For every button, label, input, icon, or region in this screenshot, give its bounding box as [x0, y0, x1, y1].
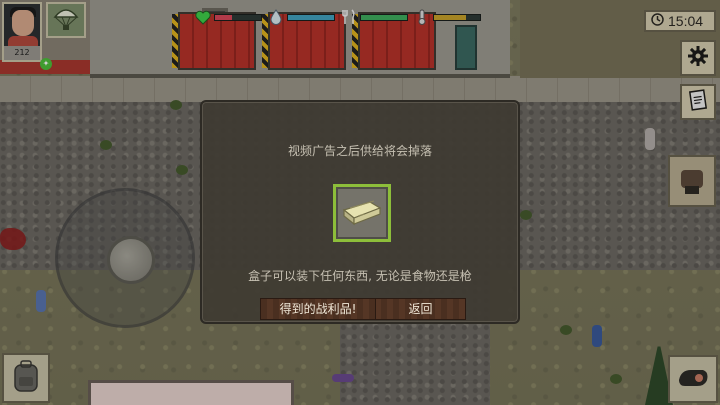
dialog-actions: 得到的战利品! 返回	[260, 298, 466, 320]
back-button[interactable]: 返回	[375, 299, 465, 319]
loot-slot-inner	[336, 187, 388, 239]
dialog-title: 视频广告之后供给将会掉落	[287, 144, 432, 158]
loot-slot	[333, 184, 391, 242]
supply-crate-icon	[340, 196, 384, 230]
get-loot-button[interactable]: 得到的战利品!	[261, 299, 375, 319]
airdrop-dialog: 视频广告之后供给将会掉落 盒子可以装下任何东西, 无论是食物还是枪 得到的战利品…	[200, 100, 520, 324]
dialog-description: 盒子可以装下任何东西, 无论是食物还是枪	[248, 269, 472, 283]
